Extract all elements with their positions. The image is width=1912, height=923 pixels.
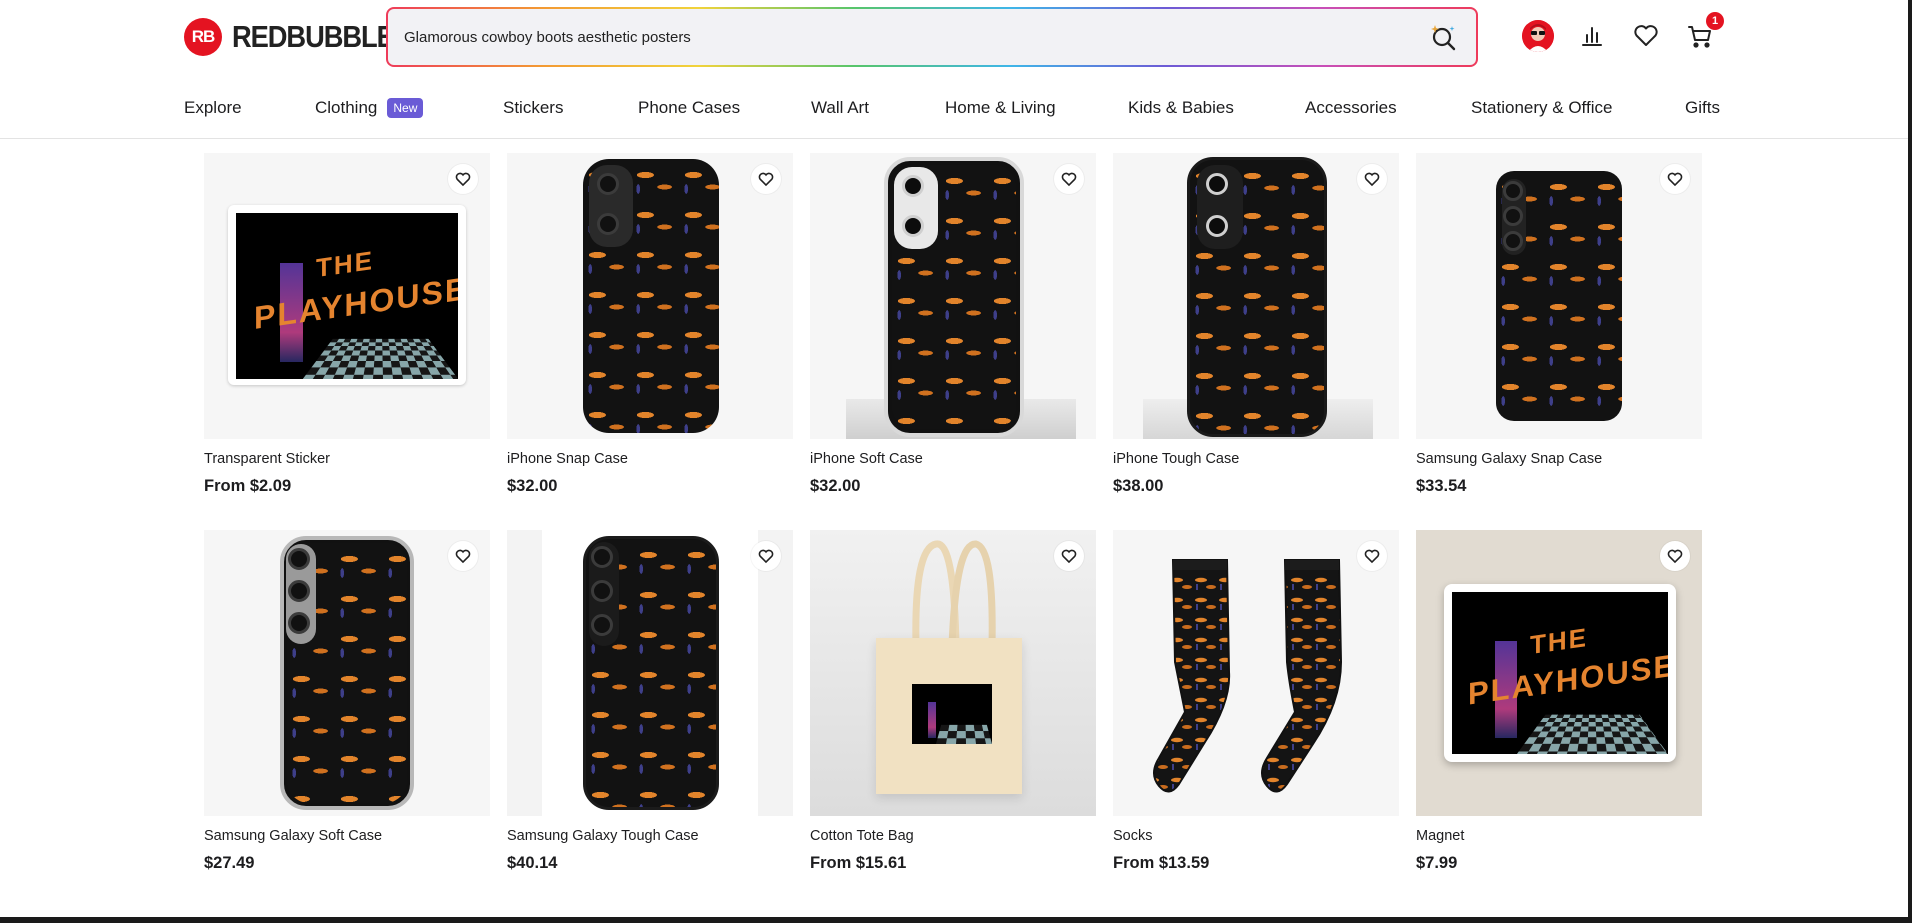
nav-stationery-office[interactable]: Stationery & Office bbox=[1471, 98, 1612, 118]
product-title[interactable]: Magnet bbox=[1416, 828, 1702, 844]
header-icons: 1 bbox=[1522, 12, 1724, 58]
product-price: $7.99 bbox=[1416, 854, 1458, 872]
product-card[interactable]: Cotton Tote Bag From $15.61 bbox=[810, 530, 1096, 873]
product-price: From $2.09 bbox=[204, 477, 292, 495]
nav-gifts[interactable]: Gifts bbox=[1685, 98, 1720, 118]
artwork-poster bbox=[912, 684, 992, 744]
artwork-poster: THE PLAYHOUSE bbox=[236, 213, 458, 379]
product-image-iphone-soft[interactable] bbox=[810, 153, 1096, 439]
product-image-socks[interactable] bbox=[1113, 530, 1399, 816]
heart-outline-icon[interactable] bbox=[1660, 541, 1690, 571]
new-badge: New bbox=[387, 98, 424, 118]
logo-text: REDBUBBLE bbox=[232, 19, 395, 54]
camera-module bbox=[589, 165, 633, 247]
product-image-iphone-tough[interactable] bbox=[1113, 153, 1399, 439]
heart-outline-icon[interactable] bbox=[1054, 541, 1084, 571]
product-image-iphone-snap[interactable] bbox=[507, 153, 793, 439]
page: RB REDBUBBLE Glamorous cowboy boots aest… bbox=[0, 0, 1908, 917]
artwork-poster: THE PLAYHOUSE bbox=[1452, 592, 1668, 754]
product-image-magnet[interactable]: THE PLAYHOUSE bbox=[1416, 530, 1702, 816]
nav-stickers[interactable]: Stickers bbox=[503, 98, 563, 118]
product-card[interactable]: Socks From $13.59 bbox=[1113, 530, 1399, 873]
product-image-samsung-snap[interactable] bbox=[1416, 153, 1702, 439]
product-card[interactable]: THE PLAYHOUSE Transparent Sticker From $… bbox=[204, 153, 490, 496]
camera-module bbox=[1197, 165, 1243, 249]
logo-mark-icon: RB bbox=[184, 18, 222, 56]
product-title[interactable]: Samsung Galaxy Tough Case bbox=[507, 828, 793, 844]
heart-outline-icon[interactable] bbox=[448, 164, 478, 194]
product-title[interactable]: Cotton Tote Bag bbox=[810, 828, 1096, 844]
product-card[interactable]: THE PLAYHOUSE Magnet $7.99 bbox=[1416, 530, 1702, 873]
logo[interactable]: RB REDBUBBLE bbox=[184, 18, 416, 56]
cart-icon[interactable]: 1 bbox=[1684, 12, 1724, 58]
cart-count-badge: 1 bbox=[1706, 12, 1724, 30]
search-bar bbox=[386, 7, 1478, 67]
nav-clothing[interactable]: Clothing New bbox=[315, 98, 424, 118]
heart-outline-icon[interactable] bbox=[1660, 164, 1690, 194]
heart-icon[interactable] bbox=[1630, 14, 1662, 58]
product-price: $38.00 bbox=[1113, 477, 1164, 495]
camera-module bbox=[894, 167, 938, 249]
search-input[interactable] bbox=[404, 28, 1426, 46]
product-price: $32.00 bbox=[810, 477, 861, 495]
product-price: $27.49 bbox=[204, 854, 255, 872]
product-title[interactable]: Transparent Sticker bbox=[204, 451, 490, 467]
heart-outline-icon[interactable] bbox=[751, 164, 781, 194]
product-title[interactable]: Socks bbox=[1113, 828, 1399, 844]
nav-phone-cases[interactable]: Phone Cases bbox=[638, 98, 740, 118]
product-image-sticker[interactable]: THE PLAYHOUSE bbox=[204, 153, 490, 439]
product-card[interactable]: iPhone Tough Case $38.00 bbox=[1113, 153, 1399, 496]
nav-kids-babies[interactable]: Kids & Babies bbox=[1128, 98, 1234, 118]
account-button[interactable] bbox=[1522, 14, 1554, 58]
product-title[interactable]: iPhone Snap Case bbox=[507, 451, 793, 467]
nav-home-living[interactable]: Home & Living bbox=[945, 98, 1056, 118]
heart-outline-icon[interactable] bbox=[448, 541, 478, 571]
nav-wall-art[interactable]: Wall Art bbox=[811, 98, 869, 118]
product-title[interactable]: Samsung Galaxy Snap Case bbox=[1416, 451, 1702, 467]
product-title[interactable]: Samsung Galaxy Soft Case bbox=[204, 828, 490, 844]
category-nav: Explore Clothing New Stickers Phone Case… bbox=[0, 74, 1908, 139]
product-card[interactable]: Samsung Galaxy Tough Case $40.14 bbox=[507, 530, 793, 873]
heart-outline-icon[interactable] bbox=[1054, 164, 1084, 194]
product-image-samsung-soft[interactable] bbox=[204, 530, 490, 816]
product-price: $33.54 bbox=[1416, 477, 1467, 495]
product-card[interactable]: Samsung Galaxy Soft Case $27.49 bbox=[204, 530, 490, 873]
product-title[interactable]: iPhone Tough Case bbox=[1113, 451, 1399, 467]
product-card[interactable]: iPhone Soft Case $32.00 bbox=[810, 153, 1096, 496]
product-image-tote[interactable] bbox=[810, 530, 1096, 816]
header: RB REDBUBBLE Glamorous cowboy boots aest… bbox=[0, 0, 1908, 74]
product-image-samsung-tough[interactable] bbox=[507, 530, 793, 816]
nav-accessories[interactable]: Accessories bbox=[1305, 98, 1397, 118]
product-price: $32.00 bbox=[507, 477, 558, 495]
product-title[interactable]: iPhone Soft Case bbox=[810, 451, 1096, 467]
avatar-icon bbox=[1522, 20, 1554, 52]
bar-chart-icon[interactable] bbox=[1576, 14, 1608, 58]
heart-outline-icon[interactable] bbox=[1357, 541, 1387, 571]
product-price: From $15.61 bbox=[810, 854, 907, 872]
product-card[interactable]: Samsung Galaxy Snap Case $33.54 bbox=[1416, 153, 1702, 496]
heart-outline-icon[interactable] bbox=[751, 541, 781, 571]
camera-module bbox=[589, 542, 619, 646]
product-card[interactable]: iPhone Snap Case $32.00 bbox=[507, 153, 793, 496]
nav-explore[interactable]: Explore bbox=[184, 98, 242, 118]
camera-module bbox=[1502, 179, 1526, 255]
camera-module bbox=[286, 544, 316, 644]
heart-outline-icon[interactable] bbox=[1357, 164, 1387, 194]
product-price: From $13.59 bbox=[1113, 854, 1210, 872]
product-price: $40.14 bbox=[507, 854, 558, 872]
search-sparkle-icon[interactable] bbox=[1426, 20, 1460, 54]
